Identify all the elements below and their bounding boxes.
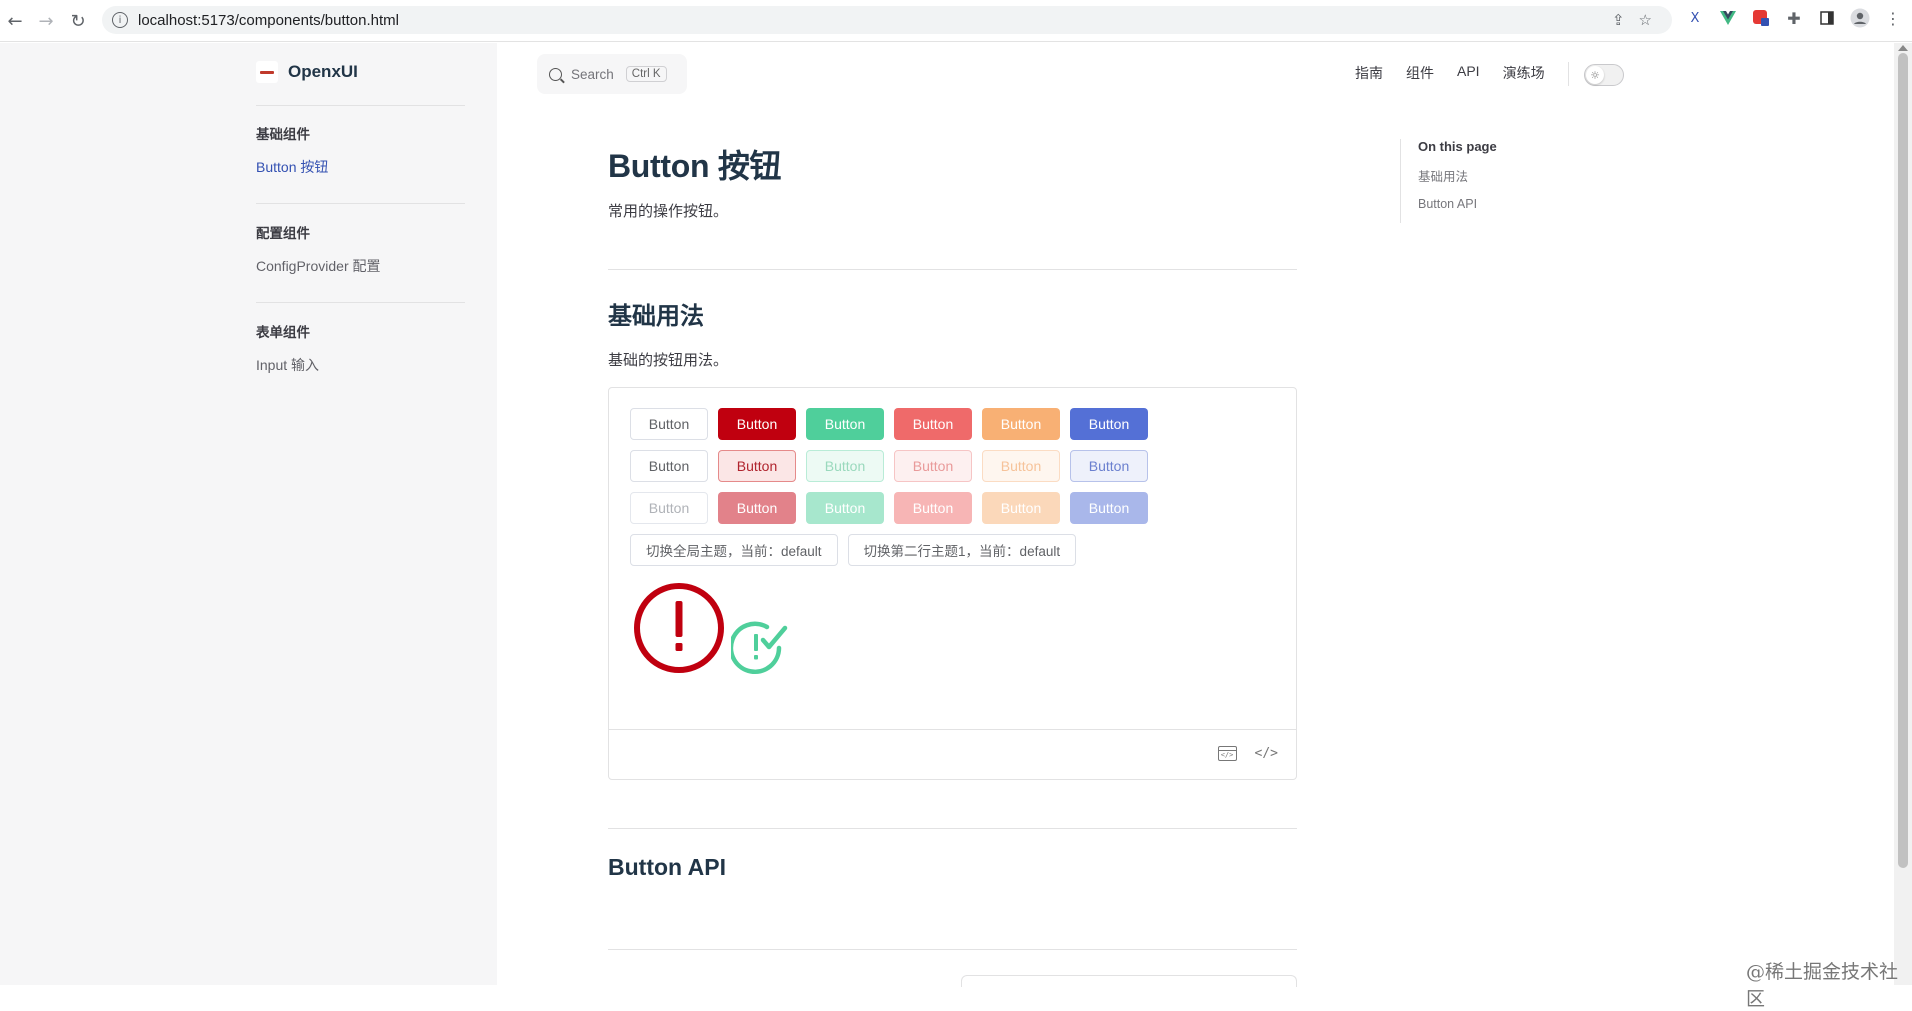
divider <box>608 828 1297 829</box>
page-scrollbar[interactable] <box>1894 43 1912 985</box>
sidebar-group-config: 配置组件 ConfigProvider 配置 <box>256 222 381 276</box>
open-in-playground-icon[interactable]: </> <box>1217 746 1237 761</box>
menu-kebab-icon[interactable]: ⋮ <box>1883 8 1903 28</box>
divider <box>608 269 1297 270</box>
profile-avatar-icon[interactable] <box>1850 8 1870 28</box>
search-button[interactable]: Search Ctrl K <box>537 54 687 94</box>
button-row-disabled: Button Button Button Button Button Butto… <box>630 492 1148 524</box>
nav-api[interactable]: API <box>1457 63 1480 83</box>
share-icon[interactable]: ⇪ <box>1612 11 1625 29</box>
back-icon[interactable]: ← <box>0 6 30 36</box>
button-row-solid: Button Button Button Button Button Butto… <box>630 408 1148 440</box>
forward-icon[interactable]: → <box>31 6 61 36</box>
section-title-api: Button API <box>608 854 726 880</box>
divider <box>256 203 465 204</box>
demo-block: Button Button Button Button Button Butto… <box>608 387 1297 780</box>
puzzle-extensions-icon[interactable]: ✚ <box>1784 8 1804 28</box>
divider <box>256 302 465 303</box>
top-nav: 指南 组件 API 演练场 <box>1355 63 1545 83</box>
error-button[interactable]: Button <box>894 408 972 440</box>
primary-plain-button[interactable]: Button <box>1070 450 1148 482</box>
view-source-code-icon[interactable]: </> <box>1255 746 1278 761</box>
search-label: Search <box>571 66 614 82</box>
default-disabled-button[interactable]: Button <box>630 492 708 524</box>
search-shortcut: Ctrl K <box>625 66 667 82</box>
scrollbar-thumb[interactable] <box>1898 53 1908 868</box>
error-plain-button[interactable]: Button <box>894 450 972 482</box>
error-disabled-button[interactable]: Button <box>894 492 972 524</box>
sidebar-group-title: 表单组件 <box>256 325 310 340</box>
search-icon <box>549 67 562 81</box>
outline: On this page 基础用法 Button API <box>1400 139 1497 223</box>
check-alert-icon <box>731 621 788 675</box>
section-title-basic: 基础用法 <box>608 303 704 330</box>
button-row-plain: Button Button Button Button Button Butto… <box>630 450 1148 482</box>
reload-icon[interactable]: ↻ <box>63 6 93 36</box>
toggle-row2-theme-button[interactable]: 切换第二行主题1，当前：default <box>847 534 1077 566</box>
outline-link-basic[interactable]: 基础用法 <box>1418 166 1497 185</box>
outline-title: On this page <box>1418 139 1497 154</box>
api-table <box>961 975 1297 987</box>
sidebar-item-input[interactable]: Input 输入 <box>256 355 319 375</box>
sidebar-group-title: 配置组件 <box>256 226 310 241</box>
divider <box>1568 62 1569 86</box>
outline-link-api[interactable]: Button API <box>1418 197 1497 211</box>
browser-toolbar: ← → ↻ i localhost:5173/components/button… <box>0 0 1912 42</box>
success-disabled-button[interactable]: Button <box>806 492 884 524</box>
sidebar-group-basic: 基础组件 Button 按钮 <box>256 123 328 177</box>
sidebar-group-form: 表单组件 Input 输入 <box>256 321 319 375</box>
divider <box>609 729 1296 730</box>
nav-playground[interactable]: 演练场 <box>1503 63 1545 83</box>
docs-page: OpenxUI 基础组件 Button 按钮 配置组件 ConfigProvid… <box>0 43 1894 987</box>
divider <box>256 105 465 106</box>
nav-guide[interactable]: 指南 <box>1355 63 1383 83</box>
page-title: Button 按钮 <box>608 148 782 184</box>
side-panel-icon[interactable] <box>1817 8 1837 28</box>
warning-disabled-button[interactable]: Button <box>982 492 1060 524</box>
brand[interactable]: OpenxUI <box>256 61 358 83</box>
sidebar: OpenxUI 基础组件 Button 按钮 配置组件 ConfigProvid… <box>0 43 497 985</box>
primary-button[interactable]: Button <box>1070 408 1148 440</box>
warning-plain-button[interactable]: Button <box>982 450 1060 482</box>
sidebar-item-button[interactable]: Button 按钮 <box>256 157 328 177</box>
logo-icon <box>256 61 278 83</box>
extensions-area: X ✚ ⋮ <box>1685 8 1903 28</box>
divider <box>608 949 1297 950</box>
vue-devtools-icon[interactable] <box>1718 8 1738 28</box>
page-lead: 常用的操作按钮。 <box>608 203 729 220</box>
section-desc: 基础的按钮用法。 <box>608 352 729 369</box>
site-info-icon[interactable]: i <box>112 12 128 28</box>
danger-plain-button[interactable]: Button <box>718 450 796 482</box>
default-button[interactable]: Button <box>630 408 708 440</box>
sidebar-item-configprovider[interactable]: ConfigProvider 配置 <box>256 256 381 276</box>
bookmark-star-icon[interactable]: ☆ <box>1639 11 1652 29</box>
success-plain-button[interactable]: Button <box>806 450 884 482</box>
translate-extension-icon[interactable]: X <box>1685 8 1705 28</box>
warning-button[interactable]: Button <box>982 408 1060 440</box>
default-plain-button[interactable]: Button <box>630 450 708 482</box>
warning-circle-icon <box>634 583 724 673</box>
scroll-up-arrow-icon[interactable] <box>1898 45 1908 51</box>
address-bar[interactable]: i localhost:5173/components/button.html … <box>102 6 1672 34</box>
sun-icon: ☼ <box>1586 66 1604 84</box>
primary-disabled-button[interactable]: Button <box>1070 492 1148 524</box>
theme-toggle[interactable]: ☼ <box>1584 64 1624 86</box>
red-extension-icon[interactable] <box>1751 8 1771 28</box>
watermark: @稀土掘金技术社区 <box>1746 961 1899 1010</box>
nav-components[interactable]: 组件 <box>1406 63 1434 83</box>
toggle-global-theme-button[interactable]: 切换全局主题，当前：default <box>630 534 838 566</box>
sidebar-group-title: 基础组件 <box>256 127 310 142</box>
danger-disabled-button[interactable]: Button <box>718 492 796 524</box>
demo-actions: </> </> <box>1217 746 1278 761</box>
theme-toggle-row: 切换全局主题，当前：default 切换第二行主题1，当前：default <box>630 534 1077 566</box>
success-button[interactable]: Button <box>806 408 884 440</box>
danger-button[interactable]: Button <box>718 408 796 440</box>
url-text[interactable]: localhost:5173/components/button.html <box>138 12 399 29</box>
brand-name[interactable]: OpenxUI <box>288 62 358 82</box>
